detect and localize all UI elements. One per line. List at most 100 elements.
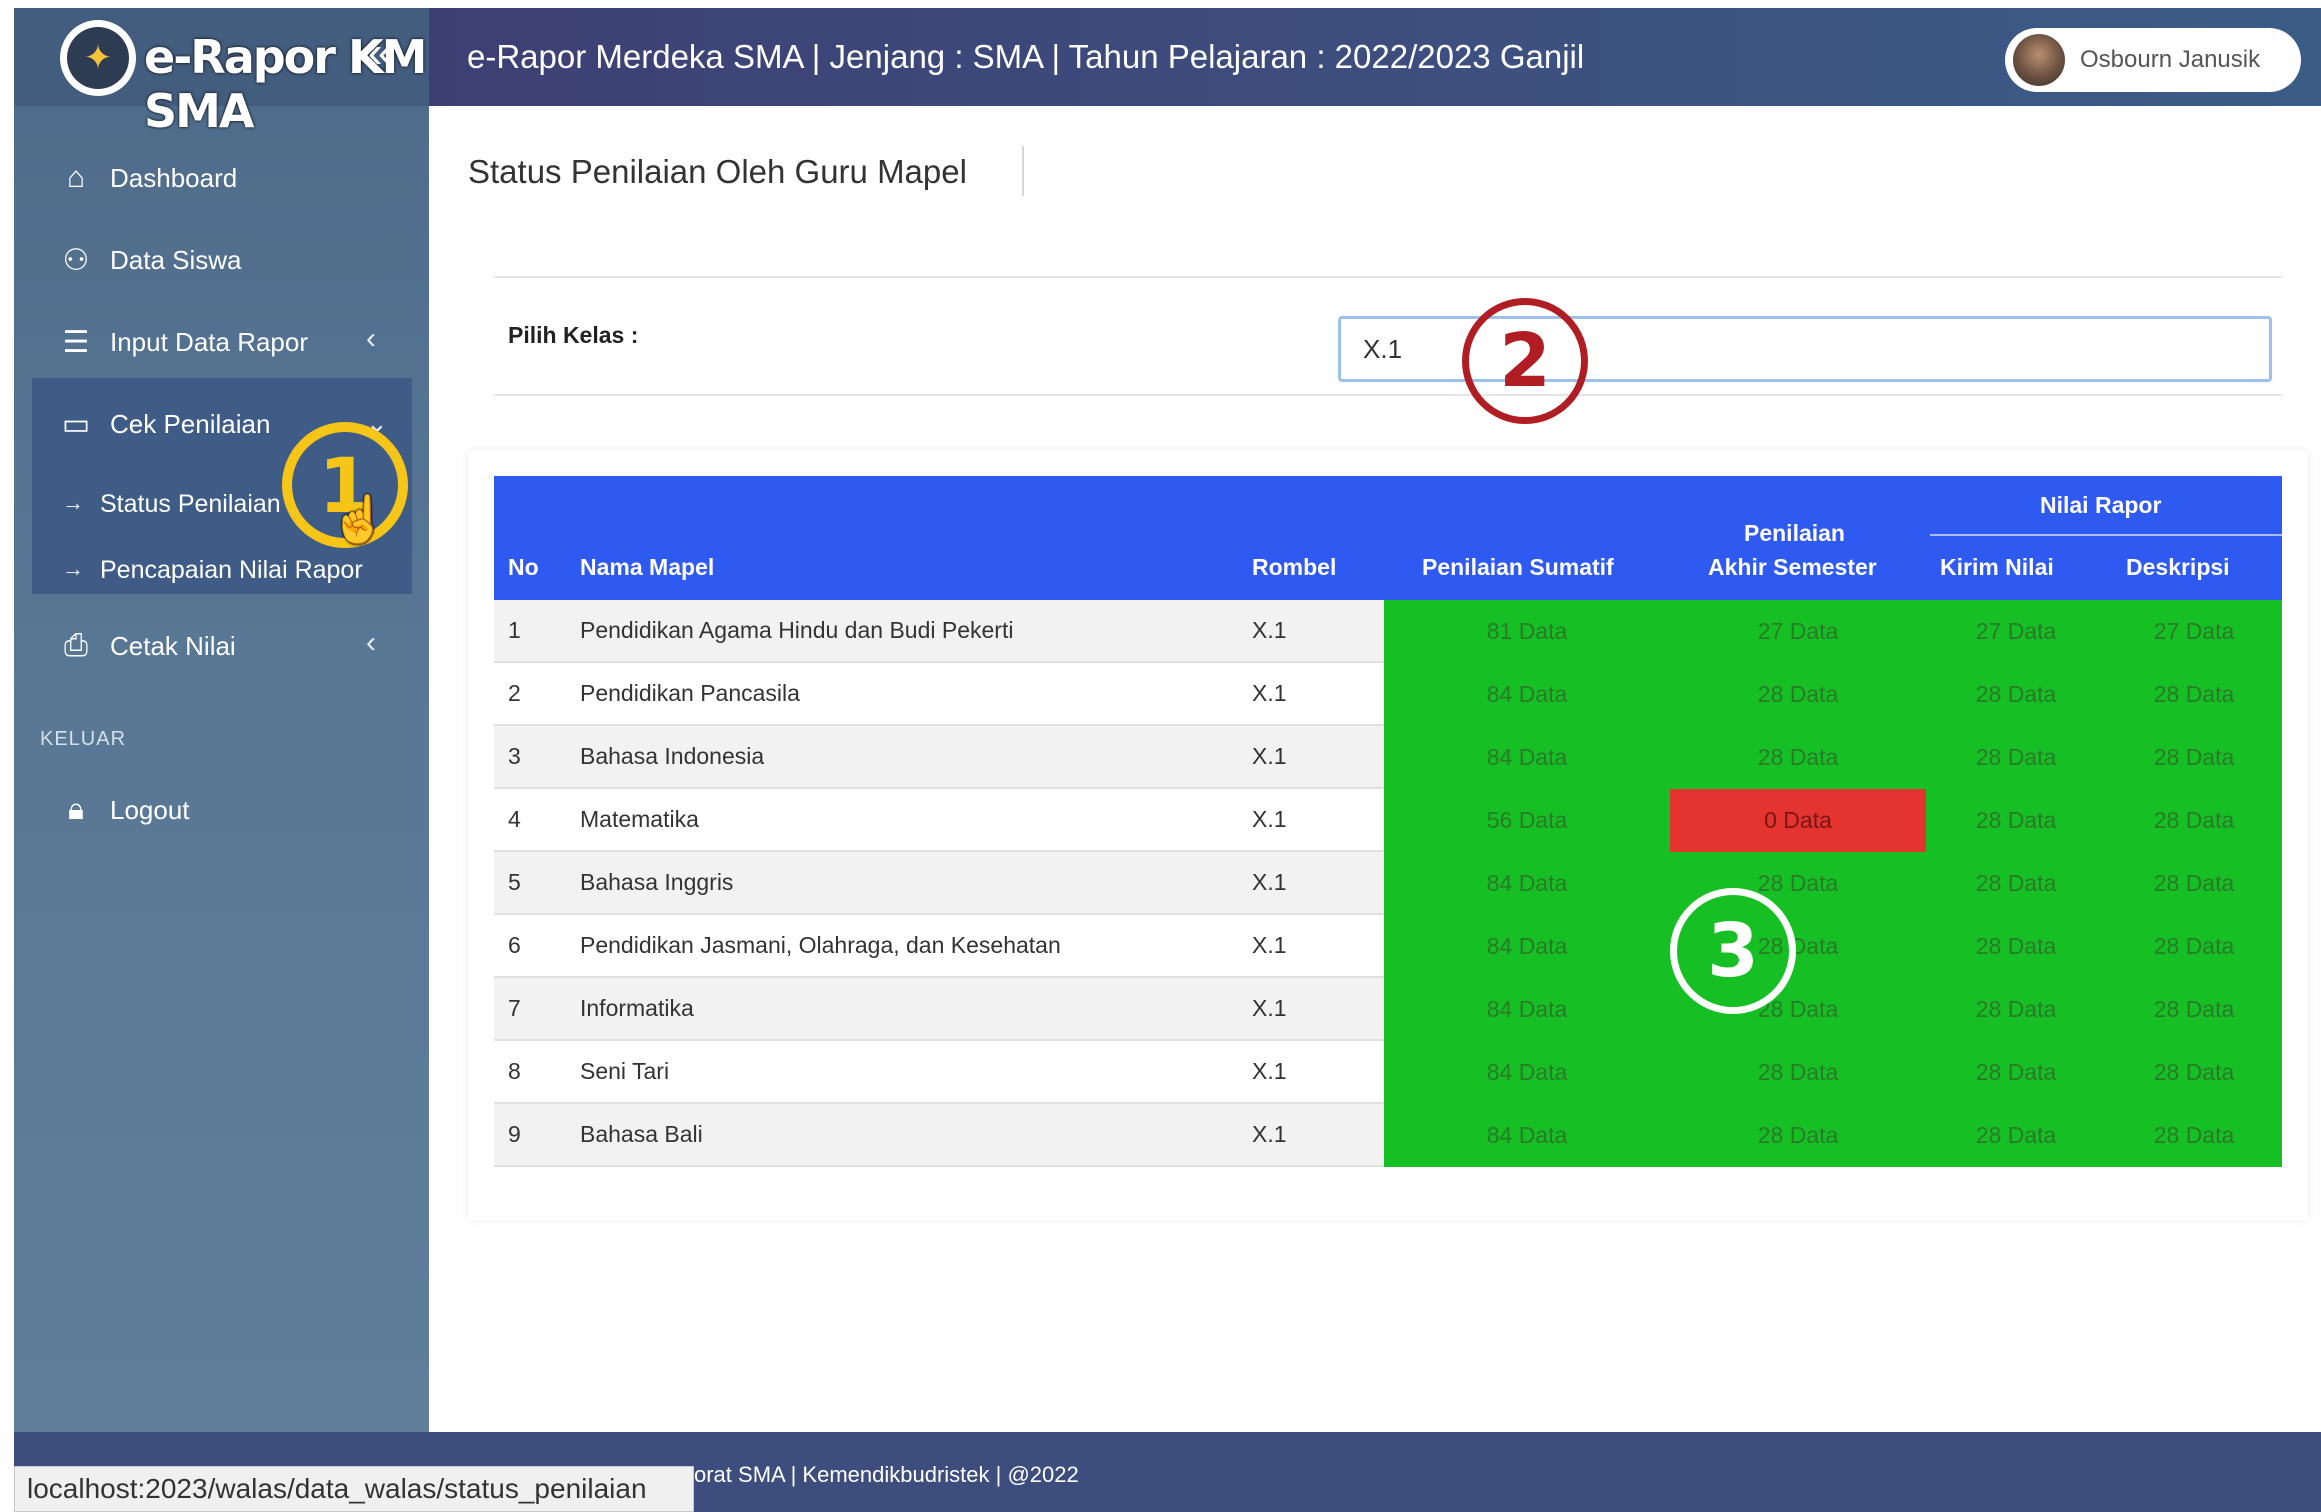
cell-no: 6 — [508, 932, 521, 958]
cell-rombel: X.1 — [1252, 617, 1287, 643]
cell-kirim-nilai: 28 Data — [1926, 915, 2106, 978]
cell-deskripsi: 28 Data — [2106, 726, 2282, 789]
cell-nama-mapel: Bahasa Inggris — [580, 869, 734, 895]
sidebar-item-label: Data Siswa — [110, 245, 242, 275]
cell-deskripsi: 28 Data — [2106, 915, 2282, 978]
cell-no: 9 — [508, 1121, 521, 1147]
cell-deskripsi: 28 Data — [2106, 789, 2282, 852]
sidebar-item-logout[interactable]: 🔒︎ Logout — [14, 774, 429, 844]
table-row: 3 Bahasa Indonesia X.1 84 Data 28 Data 28 Dat… — [494, 726, 2282, 789]
cell-penilaian-sumatif: 84 Data — [1384, 1104, 1670, 1167]
th-rombel: Rombel — [1252, 554, 1337, 580]
sidebar-section-keluar: KELUAR — [40, 728, 127, 750]
cell-no: 4 — [508, 806, 521, 832]
cell-deskripsi: 28 Data — [2106, 978, 2282, 1041]
cell-penilaian-sumatif: 84 Data — [1384, 852, 1670, 915]
cell-nama-mapel: Informatika — [580, 995, 694, 1021]
table-header: No Nama Mapel Rombel Penilaian Sumatif P… — [494, 476, 2282, 600]
th-penilaian-sumatif: Penilaian Sumatif — [1422, 554, 1614, 580]
cell-penilaian-akhir-semester: 28 Data — [1670, 663, 1926, 726]
cell-nama-mapel: Seni Tari — [580, 1058, 670, 1084]
browser-status-url: localhost:2023/walas/data_walas/status_p… — [14, 1466, 694, 1512]
cell-penilaian-akhir-semester: 28 Data — [1670, 726, 1926, 789]
sidebar-item-cetak-nilai[interactable]: ⎙ Cetak Nilai ‹ — [14, 610, 429, 680]
cell-penilaian-sumatif: 84 Data — [1384, 1041, 1670, 1104]
brand-bar: ✦ e-Rapor KM SMA « — [14, 8, 429, 138]
cell-no: 2 — [508, 680, 521, 706]
cell-nama-mapel: Pendidikan Pancasila — [580, 680, 800, 706]
user-menu-button[interactable]: Osbourn Janusik — [2005, 28, 2301, 92]
annotation-marker-2: 2 — [1462, 298, 1588, 424]
cell-kirim-nilai: 28 Data — [1926, 726, 2106, 789]
list-icon: ☰ — [62, 325, 90, 359]
annotation-marker-3: 3 — [1670, 888, 1796, 1014]
table-row: 8 Seni Tari X.1 84 Data 28 Data 28 Data 28 Dat… — [494, 1041, 2282, 1104]
cell-rombel: X.1 — [1252, 932, 1287, 958]
cell-kirim-nilai: 28 Data — [1926, 789, 2106, 852]
sidebar-item-label: Cek Penilaian — [110, 409, 271, 439]
avatar — [2013, 34, 2065, 86]
cell-nama-mapel: Pendidikan Jasmani, Olahraga, dan Keseha… — [580, 932, 1061, 958]
cell-penilaian-akhir-semester: 0 Data — [1670, 789, 1926, 852]
sidebar-item-label: Input Data Rapor — [110, 327, 309, 357]
cell-deskripsi: 28 Data — [2106, 663, 2282, 726]
cell-kirim-nilai: 28 Data — [1926, 978, 2106, 1041]
th-deskripsi: Deskripsi — [2126, 554, 2230, 580]
pilih-kelas-label: Pilih Kelas : — [508, 322, 639, 348]
cell-penilaian-akhir-semester: 27 Data — [1670, 600, 1926, 663]
footer-text: orat SMA | Kemendikbudristek | @2022 — [694, 1462, 1079, 1487]
th-pas-line2: Akhir Semester — [1708, 554, 1877, 580]
sidebar-subitem-pencapaian-nilai-rapor[interactable]: → Pencapaian Nilai Rapor — [32, 540, 412, 600]
cell-penilaian-sumatif: 84 Data — [1384, 978, 1670, 1041]
sidebar: ✦ e-Rapor KM SMA « ⌂ Dashboard ⚇ Data Si… — [14, 8, 429, 1432]
cell-penilaian-sumatif: 56 Data — [1384, 789, 1670, 852]
top-header: e-Rapor Merdeka SMA | Jenjang : SMA | Ta… — [429, 8, 2321, 106]
cell-penilaian-sumatif: 84 Data — [1384, 663, 1670, 726]
table-row: 4 Matematika X.1 56 Data 0 Data 28 Data 28 Dat… — [494, 789, 2282, 852]
sidebar-item-label: Dashboard — [110, 163, 238, 193]
table-row: 5 Bahasa Inggris X.1 84 Data 28 Data 28 Data 2… — [494, 852, 2282, 915]
table-row: 1 Pendidikan Agama Hindu dan Budi Pekerti… — [494, 600, 2282, 663]
lock-icon: 🔒︎ — [68, 793, 84, 826]
user-name: Osbourn Janusik — [2080, 46, 2261, 73]
cell-kirim-nilai: 28 Data — [1926, 852, 2106, 915]
header-group-divider — [1930, 534, 2282, 536]
sidebar-subitem-label: Pencapaian Nilai Rapor — [100, 556, 363, 584]
sidebar-item-dashboard[interactable]: ⌂ Dashboard — [14, 142, 429, 212]
cell-nama-mapel: Bahasa Indonesia — [580, 743, 765, 769]
sidebar-item-label: Logout — [110, 795, 190, 825]
cell-no: 1 — [508, 617, 521, 643]
cell-rombel: X.1 — [1252, 743, 1287, 769]
app-window: ✦ e-Rapor KM SMA « ⌂ Dashboard ⚇ Data Si… — [0, 0, 2321, 1512]
table-row: 2 Pendidikan Pancasila X.1 84 Data 28 Data 28… — [494, 663, 2282, 726]
cell-deskripsi: 28 Data — [2106, 1041, 2282, 1104]
sidebar-item-data-siswa[interactable]: ⚇ Data Siswa — [14, 224, 429, 294]
cell-nama-mapel: Pendidikan Agama Hindu dan Budi Pekerti — [580, 617, 1014, 643]
tut-wuri-logo-icon: ✦ — [60, 20, 136, 96]
cell-deskripsi: 28 Data — [2106, 1104, 2282, 1167]
th-no: No — [508, 554, 539, 580]
table-row: 7 Informatika X.1 84 Data 28 Data 28 Data 28 D… — [494, 978, 2282, 1041]
sidebar-item-label: Cetak Nilai — [110, 631, 236, 661]
header-title: e-Rapor Merdeka SMA | Jenjang : SMA | Ta… — [467, 38, 1585, 75]
divider — [494, 276, 2282, 278]
cell-rombel: X.1 — [1252, 1058, 1287, 1084]
title-divider — [1022, 146, 1024, 196]
cell-penilaian-sumatif: 84 Data — [1384, 726, 1670, 789]
th-pas-line1: Penilaian — [1744, 520, 1845, 546]
cell-nama-mapel: Bahasa Bali — [580, 1121, 703, 1147]
cell-rombel: X.1 — [1252, 806, 1287, 832]
cell-penilaian-sumatif: 81 Data — [1384, 600, 1670, 663]
cell-no: 5 — [508, 869, 521, 895]
th-kirim-nilai: Kirim Nilai — [1940, 554, 2054, 580]
cell-deskripsi: 28 Data — [2106, 852, 2282, 915]
sidebar-item-input-data-rapor[interactable]: ☰ Input Data Rapor ‹ — [14, 306, 429, 376]
cell-no: 7 — [508, 995, 521, 1021]
inbox-icon: ▭ — [61, 407, 91, 441]
cell-kirim-nilai: 28 Data — [1926, 1041, 2106, 1104]
cell-no: 3 — [508, 743, 521, 769]
cell-kirim-nilai: 28 Data — [1926, 1104, 2106, 1167]
collapse-sidebar-icon[interactable]: « — [368, 28, 392, 78]
cell-deskripsi: 27 Data — [2106, 600, 2282, 663]
chevron-left-icon: ‹ — [366, 322, 376, 355]
